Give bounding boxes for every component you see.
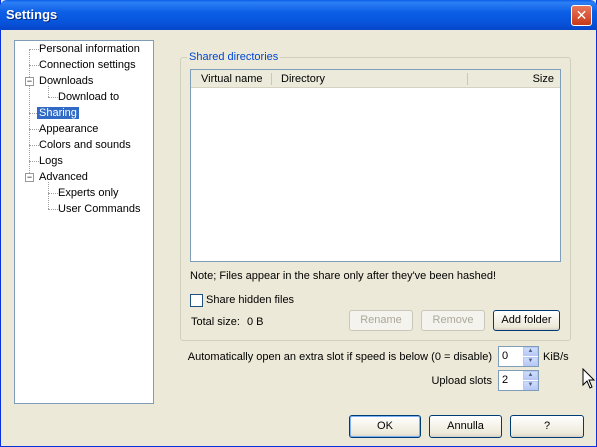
tree-line [48,193,58,194]
settings-tree[interactable]: Personal information Connection settings… [14,40,154,404]
tree-item-label: User Commands [58,203,141,215]
ok-button[interactable]: OK [349,415,421,438]
upload-slots-spinner[interactable]: ▲ ▼ [523,371,538,390]
extra-slot-label: Automatically open an extra slot if spee… [187,351,492,363]
window-title: Settings [6,7,58,22]
settings-window: Settings ✕ Personal information Connecti… [0,0,597,447]
close-icon: ✕ [575,7,588,23]
tree-item-label: Sharing [37,107,79,119]
tree-item-label: Logs [39,155,63,167]
hash-note: Note; Files appear in the share only aft… [190,270,497,282]
tree-item-connection-settings[interactable]: Connection settings [39,58,136,72]
tree-item-label: Personal information [39,43,140,55]
spin-up-icon[interactable]: ▲ [523,371,538,380]
tree-item-user-commands[interactable]: User Commands [58,202,141,216]
extra-slot-speed-value: 0 [502,350,509,362]
tree-line [29,145,39,146]
tree-item-appearance[interactable]: Appearance [39,122,98,136]
total-size: Total size: 0 B [191,316,264,328]
column-directory[interactable]: Directory [281,70,325,88]
tree-item-personal-information[interactable]: Personal information [39,42,140,56]
collapse-downloads-icon[interactable]: − [25,77,34,86]
tree-item-label: Downloads [39,75,94,87]
tree-line [29,49,39,50]
rename-button[interactable]: Rename [349,310,413,331]
spin-up-icon[interactable]: ▲ [523,347,538,356]
tree-item-label: Colors and sounds [39,139,131,151]
column-virtual-name[interactable]: Virtual name [201,70,263,88]
share-hidden-files-checkbox[interactable] [190,294,203,307]
column-separator[interactable] [467,73,468,85]
help-button[interactable]: ? [510,415,584,438]
column-separator[interactable] [271,73,272,85]
tree-item-download-to[interactable]: Download to [58,90,119,104]
title-bar[interactable]: Settings ✕ [0,0,597,30]
tree-item-label: Experts only [58,187,119,199]
tree-line [29,65,39,66]
tree-line [48,97,58,98]
tree-item-colors-and-sounds[interactable]: Colors and sounds [39,138,131,152]
tree-line [48,209,58,210]
tree-item-label: Download to [58,91,120,103]
tree-line [29,161,39,162]
total-size-label: Total size: [191,316,240,328]
total-size-value: 0 B [246,316,264,328]
close-button[interactable]: ✕ [571,5,592,26]
shared-directories-list[interactable]: Virtual name Directory Size [190,69,561,262]
remove-button[interactable]: Remove [421,310,485,331]
upload-slots-value: 2 [502,374,509,386]
extra-slot-spinner[interactable]: ▲ ▼ [523,347,538,366]
list-header: Virtual name Directory Size [191,70,560,88]
mouse-cursor-icon [582,368,596,389]
extra-slot-unit: KiB/s [543,351,569,363]
tree-item-sharing[interactable]: Sharing [37,106,79,120]
tree-item-label: Connection settings [39,59,136,71]
upload-slots-label: Upload slots [431,375,492,387]
spin-down-icon[interactable]: ▼ [523,357,538,366]
spin-down-icon[interactable]: ▼ [523,381,538,390]
tree-item-experts-only[interactable]: Experts only [58,186,119,200]
tree-item-label: Appearance [39,123,99,135]
group-title: Shared directories [187,51,281,63]
tree-item-label: Advanced [39,171,88,183]
add-folder-button[interactable]: Add folder [493,310,560,331]
tree-item-logs[interactable]: Logs [39,154,63,168]
share-hidden-files-label[interactable]: Share hidden files [206,294,294,306]
tree-line [29,129,39,130]
tree-item-downloads[interactable]: Downloads [39,74,93,88]
tree-line [48,182,49,209]
column-size[interactable]: Size [533,70,554,88]
cancel-button[interactable]: Annulla [429,415,502,438]
collapse-advanced-icon[interactable]: − [25,173,34,182]
tree-item-advanced[interactable]: Advanced [39,170,88,184]
